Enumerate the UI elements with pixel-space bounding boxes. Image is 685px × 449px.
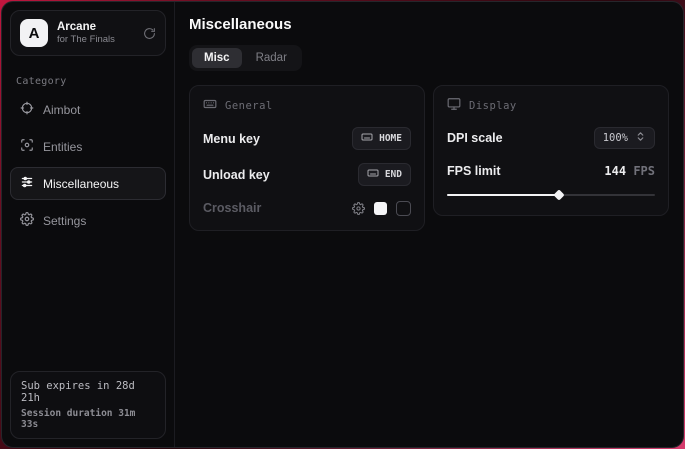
fps-limit-slider[interactable] [447, 188, 655, 202]
unload-key-binding[interactable]: END [358, 163, 411, 186]
sidebar: A Arcane for The Finals Category Aimbot [2, 2, 175, 447]
tab-misc[interactable]: Misc [192, 48, 242, 68]
menu-key-binding[interactable]: HOME [352, 127, 411, 150]
gear-icon [20, 212, 34, 229]
app-logo: A [20, 19, 48, 47]
sidebar-item-entities[interactable]: Entities [10, 130, 166, 163]
fps-limit-value: 144 [604, 164, 626, 178]
brand-card: A Arcane for The Finals [10, 10, 166, 56]
key-value: END [385, 169, 402, 180]
crosshair-checkbox[interactable] [396, 201, 411, 216]
sidebar-item-label: Entities [43, 140, 82, 154]
app-name: Arcane [57, 20, 134, 34]
scan-icon [20, 138, 34, 155]
brand-text: Arcane for The Finals [57, 20, 134, 46]
app-window: A Arcane for The Finals Category Aimbot [1, 1, 684, 448]
slider-thumb[interactable] [554, 189, 565, 200]
sidebar-nav: Aimbot Entities Miscellaneous [2, 93, 174, 237]
keyboard-icon [367, 167, 379, 182]
crosshair-icon [20, 101, 34, 118]
sidebar-item-aimbot[interactable]: Aimbot [10, 93, 166, 126]
unload-key-row: Unload key END [203, 163, 411, 186]
key-value: HOME [379, 133, 402, 144]
monitor-icon [447, 97, 461, 114]
tab-radar[interactable]: Radar [244, 48, 299, 68]
category-label: Category [16, 76, 160, 87]
fps-limit-row: FPS limit 144 FPS [447, 162, 655, 180]
sub-expiry-text: Sub expires in 28d 21h [21, 380, 155, 404]
fps-limit-unit: FPS [633, 164, 655, 178]
panels-row: General Menu key HOME Unload key [189, 85, 669, 231]
keyboard-icon [203, 97, 217, 114]
general-panel: General Menu key HOME Unload key [189, 85, 425, 231]
sliders-icon [20, 175, 34, 192]
dpi-scale-label: DPI scale [447, 131, 503, 145]
main-content: Miscellaneous Misc Radar General Menu ke… [175, 2, 683, 447]
refresh-icon[interactable] [143, 27, 156, 40]
crosshair-color-swatch[interactable] [374, 202, 387, 215]
crosshair-settings-gear-icon[interactable] [352, 202, 365, 215]
slider-fill [447, 194, 559, 196]
panel-title: Display [469, 100, 517, 112]
dpi-scale-select[interactable]: 100% [594, 127, 655, 149]
fps-limit-label: FPS limit [447, 164, 500, 178]
chevrons-up-down-icon [635, 131, 646, 145]
crosshair-label: Crosshair [203, 201, 261, 215]
unload-key-label: Unload key [203, 168, 270, 182]
sidebar-item-settings[interactable]: Settings [10, 204, 166, 237]
crosshair-row: Crosshair [203, 199, 411, 217]
dpi-scale-value: 100% [603, 132, 628, 144]
menu-key-row: Menu key HOME [203, 127, 411, 150]
sidebar-item-label: Settings [43, 214, 86, 228]
keyboard-icon [361, 131, 373, 146]
page-title: Miscellaneous [189, 16, 669, 33]
dpi-scale-row: DPI scale 100% [447, 127, 655, 149]
app-subtitle: for The Finals [57, 34, 134, 46]
sidebar-item-miscellaneous[interactable]: Miscellaneous [10, 167, 166, 200]
sidebar-item-label: Miscellaneous [43, 177, 119, 191]
subscription-info: Sub expires in 28d 21h Session duration … [10, 371, 166, 439]
panel-title: General [225, 100, 273, 112]
menu-key-label: Menu key [203, 132, 260, 146]
sidebar-item-label: Aimbot [43, 103, 80, 117]
tab-bar: Misc Radar [189, 45, 302, 71]
display-panel: Display DPI scale 100% FPS limit [433, 85, 669, 216]
session-duration-text: Session duration 31m 33s [21, 408, 155, 430]
